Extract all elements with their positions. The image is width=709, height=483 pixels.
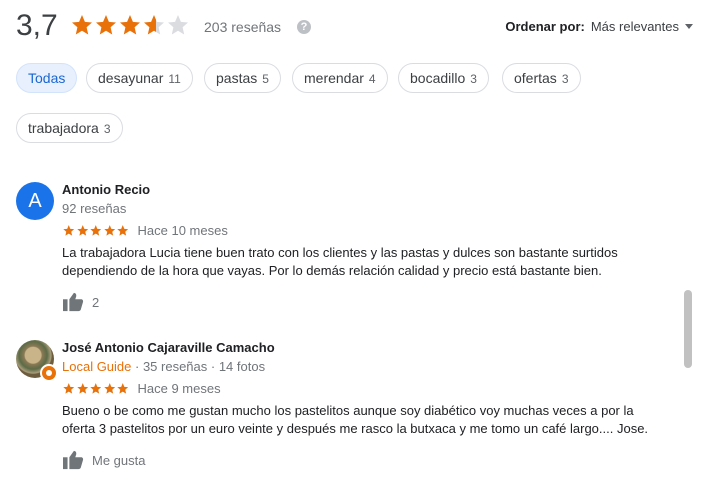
star-icon bbox=[90, 382, 102, 394]
star-icon bbox=[117, 224, 129, 236]
review-text-line: oferta 3 pastelitos por un euro veinte y… bbox=[62, 421, 649, 436]
review-rating: Hace 9 meses bbox=[62, 380, 662, 396]
sort-dropdown[interactable]: Ordenar por: Más relevantes bbox=[505, 19, 693, 34]
like-count: 2 bbox=[92, 294, 100, 310]
chip-label: Todas bbox=[28, 70, 66, 86]
reviewer-name[interactable]: José Antonio Cajaraville Camacho bbox=[62, 340, 662, 356]
review-time: Hace 9 meses bbox=[137, 380, 221, 396]
chip-ofertas[interactable]: ofertas 3 bbox=[502, 63, 581, 93]
rating-stars bbox=[70, 13, 190, 37]
star-icon bbox=[120, 15, 140, 35]
review-text: La trabajadora Lucia tiene buen trato co… bbox=[62, 244, 662, 280]
review-actions: 2 bbox=[62, 292, 662, 312]
local-guide-label: Local Guide bbox=[62, 359, 132, 374]
star-icon bbox=[103, 382, 115, 394]
rating-score: 3,7 bbox=[16, 9, 58, 42]
review-rating: Hace 10 meses bbox=[62, 222, 662, 238]
chip-count: 3 bbox=[561, 72, 569, 86]
review-body: José Antonio Cajaraville Camacho Local G… bbox=[62, 340, 662, 470]
sort-value: Más relevantes bbox=[590, 19, 679, 34]
chip-pastas[interactable]: pastas 5 bbox=[204, 63, 281, 93]
local-guide-badge-icon bbox=[40, 364, 58, 382]
review-actions: Me gusta bbox=[62, 450, 662, 470]
chip-count: 3 bbox=[470, 72, 477, 86]
thumbs-up-icon[interactable] bbox=[62, 292, 84, 312]
star-icon bbox=[63, 382, 75, 394]
chip-bocadillo[interactable]: bocadillo 3 bbox=[398, 63, 489, 93]
chip-label: desayunar bbox=[98, 70, 164, 86]
chip-label: bocadillo bbox=[410, 70, 466, 86]
review-text: Bueno o be como me gustan mucho los past… bbox=[62, 402, 662, 438]
star-icon bbox=[72, 15, 92, 35]
chip-count: 5 bbox=[262, 72, 269, 86]
chip-merendar[interactable]: merendar 4 bbox=[292, 63, 388, 93]
star-icon bbox=[63, 224, 75, 236]
sort-label: Ordenar por: bbox=[505, 19, 585, 34]
review-text-line: La trabajadora Lucia tiene buen trato co… bbox=[62, 245, 618, 260]
star-icon bbox=[96, 15, 116, 35]
chip-label: merendar bbox=[304, 70, 364, 86]
chip-trabajadora[interactable]: trabajadora 3 bbox=[16, 113, 123, 143]
empty-star-icon bbox=[168, 15, 188, 35]
chip-count: 11 bbox=[168, 72, 181, 86]
chevron-down-icon bbox=[685, 24, 693, 29]
chip-label: trabajadora bbox=[28, 120, 99, 136]
help-icon[interactable]: ? bbox=[297, 20, 311, 34]
review-time: Hace 10 meses bbox=[137, 222, 228, 238]
chip-label: ofertas bbox=[514, 70, 557, 86]
chip-count: 3 bbox=[103, 122, 111, 136]
reviewer-meta: Local Guide · 35 reseñas · 14 fotos bbox=[62, 359, 662, 375]
reviewer-meta: 92 reseñas bbox=[62, 201, 127, 216]
half-star-icon bbox=[144, 15, 164, 35]
star-icon bbox=[76, 224, 88, 236]
review-text-line: Bueno o be como me gustan mucho los past… bbox=[62, 403, 634, 418]
review-body: Antonio Recio 92 reseñas Hace 10 meses L… bbox=[62, 182, 662, 312]
reviewer-stats: · 35 reseñas · 14 fotos bbox=[131, 359, 266, 374]
star-icon bbox=[76, 382, 88, 394]
reviewer-name[interactable]: Antonio Recio bbox=[62, 182, 662, 198]
thumbs-up-icon[interactable] bbox=[62, 450, 84, 470]
reviews-header: 3,7 203 reseñas ? Ordenar por: Más relev… bbox=[16, 8, 693, 44]
chip-desayunar[interactable]: desayunar 11 bbox=[86, 63, 193, 93]
review-text-line: dependiendo de la hora que vayas. Por lo… bbox=[62, 263, 602, 278]
like-label[interactable]: Me gusta bbox=[92, 453, 145, 468]
star-icon bbox=[117, 382, 129, 394]
review-count: 203 reseñas bbox=[204, 19, 282, 35]
chip-label: pastas bbox=[216, 70, 258, 86]
avatar[interactable]: A bbox=[16, 182, 54, 220]
star-icon bbox=[103, 224, 115, 236]
chip-todas[interactable]: Todas bbox=[16, 63, 78, 93]
chip-count: 4 bbox=[368, 72, 376, 86]
star-icon bbox=[90, 224, 102, 236]
scrollbar-thumb[interactable] bbox=[684, 290, 692, 368]
